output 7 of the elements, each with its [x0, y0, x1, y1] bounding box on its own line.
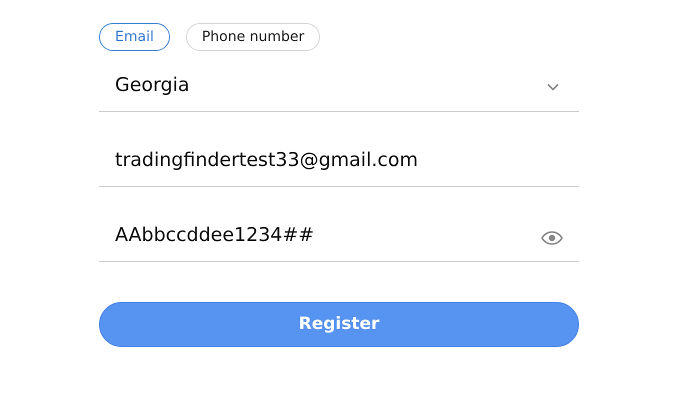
country-select[interactable]: Georgia [115, 70, 547, 99]
eye-icon[interactable] [541, 231, 563, 245]
password-field[interactable]: AAbbccddee1234## [115, 220, 541, 249]
tab[interactable]: Email [99, 23, 170, 51]
tab[interactable]: Phone number [186, 23, 320, 51]
chevron-down-icon[interactable] [547, 83, 559, 91]
email-field[interactable]: tradingfindertest33@gmail.com [115, 146, 563, 174]
